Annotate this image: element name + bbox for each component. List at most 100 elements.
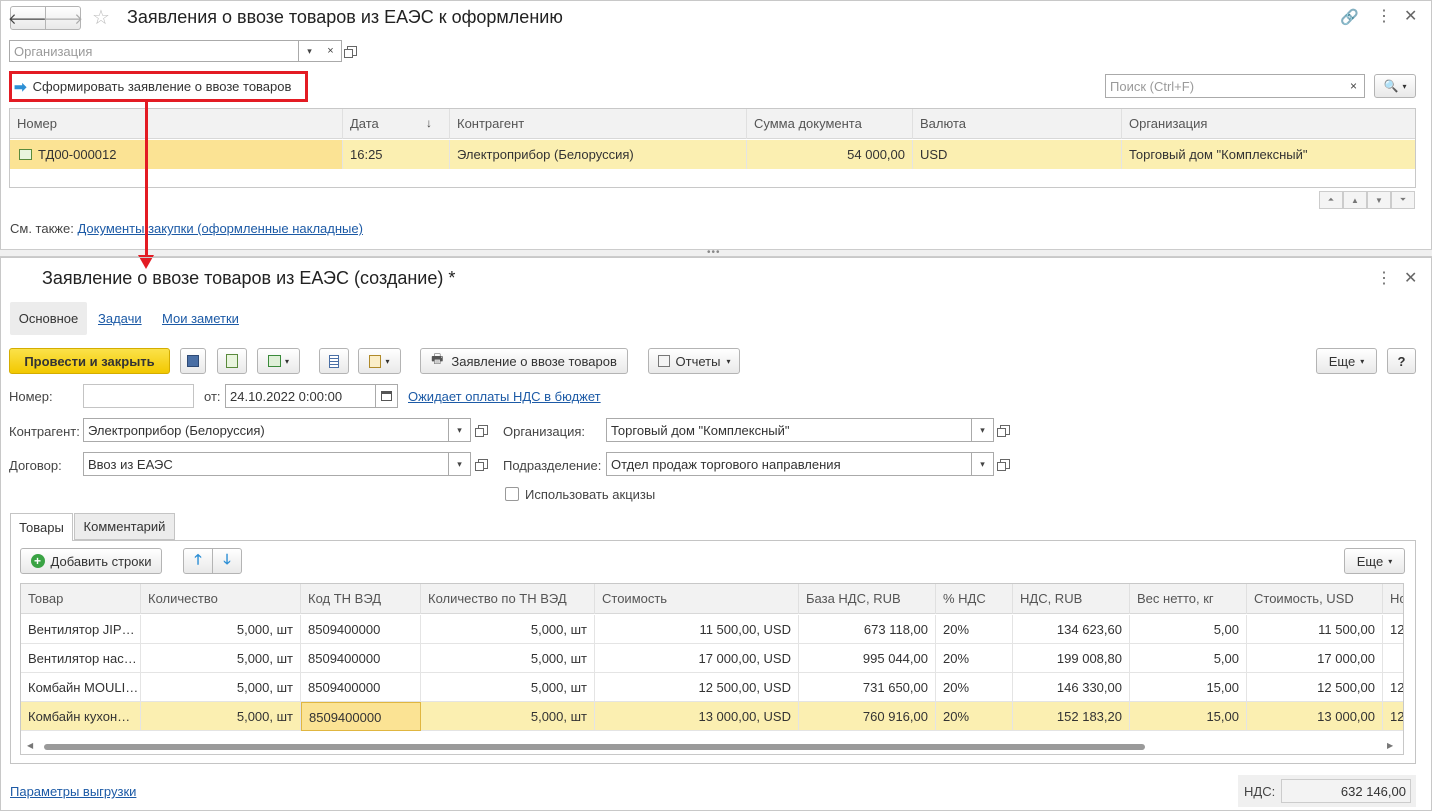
col-vat-amount[interactable]: НДС, RUB	[1013, 584, 1130, 614]
goods-cell-quantity[interactable]: 5,000, шт	[141, 702, 301, 731]
col-goods[interactable]: Товар	[21, 584, 141, 614]
scroll-left-icon[interactable]: ◀	[27, 741, 33, 750]
goods-cell-cost[interactable]: 13 000,00, USD	[595, 702, 799, 731]
goods-cell-tnved-quantity[interactable]: 5,000, шт	[421, 673, 595, 702]
goods-cell-extra[interactable]	[1383, 644, 1403, 673]
attachments-button[interactable]: ▾	[358, 348, 401, 374]
column-header-currency[interactable]: Валюта	[913, 109, 1122, 139]
col-vat-rate[interactable]: % НДС	[936, 584, 1013, 614]
counterparty-input[interactable]: Электроприбор (Белоруссия)	[83, 418, 449, 442]
col-net-weight[interactable]: Вес нетто, кг	[1130, 584, 1247, 614]
back-button[interactable]: 🡐	[8, 6, 48, 30]
doc-close-icon[interactable]: ✕	[1404, 268, 1417, 288]
col-cost-usd[interactable]: Стоимость, USD	[1247, 584, 1383, 614]
number-input[interactable]	[83, 384, 194, 408]
column-header-sum[interactable]: Сумма документа	[747, 109, 913, 139]
table-row[interactable]: ТД00-000012 16:25 Электроприбор (Белорус…	[10, 140, 1415, 169]
goods-cell-extra[interactable]: 12	[1383, 702, 1403, 731]
row-down-button[interactable]: 🡓	[212, 548, 242, 574]
goods-cell-tnved-code[interactable]: 8509400000	[301, 644, 421, 673]
col-vat-base[interactable]: База НДС, RUB	[799, 584, 936, 614]
print-application-button[interactable]: 🖶 Заявление о ввозе товаров	[420, 348, 628, 374]
structure-button[interactable]	[319, 348, 349, 374]
goods-cell-tnved-code[interactable]: 8509400000	[301, 702, 421, 731]
post-button[interactable]	[217, 348, 247, 374]
goods-cell-vat-base[interactable]: 731 650,00	[799, 673, 936, 702]
department-open-button[interactable]	[995, 454, 1015, 474]
goods-cell-cost-usd[interactable]: 13 000,00	[1247, 702, 1383, 731]
goods-cell-tnved-code[interactable]: 8509400000	[301, 615, 421, 644]
goods-cell-net-weight[interactable]: 5,00	[1130, 615, 1247, 644]
goods-cell-goods[interactable]: Комбайн MOULI…	[21, 673, 141, 702]
organization-clear-button[interactable]: ×	[320, 40, 342, 62]
create-application-button[interactable]: ➡ Сформировать заявление о ввозе товаров	[14, 76, 291, 97]
goods-cell-vat-amount[interactable]: 199 008,80	[1013, 644, 1130, 673]
tab-main[interactable]: Основное	[10, 302, 87, 335]
goods-cell-net-weight[interactable]: 15,00	[1130, 673, 1247, 702]
excise-checkbox[interactable]	[505, 487, 519, 501]
goods-cell-vat-amount[interactable]: 146 330,00	[1013, 673, 1130, 702]
move-last-button[interactable]: ⏷	[1391, 191, 1415, 209]
row-up-button[interactable]: 🡑	[183, 548, 213, 574]
move-first-button[interactable]: ⏶	[1319, 191, 1343, 209]
goods-cell-tnved-code[interactable]: 8509400000	[301, 673, 421, 702]
column-header-counterparty[interactable]: Контрагент	[450, 109, 747, 139]
goods-table-row[interactable]: Вентилятор нас… 5,000, шт 8509400000 5,000,…	[21, 644, 1403, 673]
close-icon[interactable]: ✕	[1404, 6, 1417, 26]
export-params-link[interactable]: Параметры выгрузки	[10, 784, 136, 799]
goods-table-row[interactable]: Комбайн кухон… 5,000, шт 8509400000 5,000, …	[21, 702, 1403, 731]
organization-filter-input[interactable]: Организация	[9, 40, 299, 62]
help-button[interactable]: ?	[1387, 348, 1416, 374]
organization-field-open-button[interactable]	[995, 420, 1015, 440]
contract-open-button[interactable]	[473, 454, 493, 474]
counterparty-dropdown-button[interactable]: ▾	[449, 418, 471, 442]
save-button[interactable]	[180, 348, 206, 374]
move-up-button[interactable]: ▲	[1343, 191, 1367, 209]
organization-input[interactable]: Торговый дом "Комплексный"	[606, 418, 972, 442]
date-input[interactable]: 24.10.2022 0:00:00	[225, 384, 376, 408]
post-and-close-button[interactable]: Провести и закрыть	[9, 348, 170, 374]
search-clear-button[interactable]: ×	[1343, 74, 1365, 98]
goods-table-row[interactable]: Комбайн MOULI… 5,000, шт 8509400000 5,000, …	[21, 673, 1403, 702]
goods-cell-cost-usd[interactable]: 17 000,00	[1247, 644, 1383, 673]
contract-dropdown-button[interactable]: ▾	[449, 452, 471, 476]
more-vertical-icon[interactable]: ⋮	[1376, 6, 1392, 26]
inner-tab-comment[interactable]: Комментарий	[74, 513, 175, 540]
goods-cell-vat-amount[interactable]: 134 623,60	[1013, 615, 1130, 644]
organization-dropdown-button[interactable]: ▾	[299, 40, 321, 62]
goods-cell-tnved-quantity[interactable]: 5,000, шт	[421, 644, 595, 673]
inner-tab-goods[interactable]: Товары	[10, 513, 73, 541]
department-input[interactable]: Отдел продаж торгового направления	[606, 452, 972, 476]
see-also-link[interactable]: Документы закупки (оформленные накладные…	[77, 221, 363, 236]
counterparty-open-button[interactable]	[473, 420, 493, 440]
goods-cell-cost[interactable]: 17 000,00, USD	[595, 644, 799, 673]
goods-cell-extra[interactable]: 12	[1383, 615, 1403, 644]
goods-cell-vat-base[interactable]: 760 916,00	[799, 702, 936, 731]
goods-cell-vat-rate[interactable]: 20%	[936, 673, 1013, 702]
vat-status-link[interactable]: Ожидает оплаты НДС в бюджет	[408, 389, 601, 404]
organization-open-button[interactable]	[342, 41, 362, 61]
goods-cell-cost[interactable]: 12 500,00, USD	[595, 673, 799, 702]
tab-tasks[interactable]: Задачи	[98, 311, 142, 326]
scroll-right-icon[interactable]: ▶	[1387, 741, 1393, 750]
forward-button[interactable]: 🡒	[43, 6, 83, 30]
column-header-number[interactable]: Номер	[10, 109, 343, 139]
goods-more-button[interactable]: Еще ▾	[1344, 548, 1405, 574]
favorite-star-icon[interactable]: ☆	[92, 5, 110, 30]
col-tnved-quantity[interactable]: Количество по ТН ВЭД	[421, 584, 595, 614]
goods-cell-vat-rate[interactable]: 20%	[936, 702, 1013, 731]
create-based-on-button[interactable]: ▾	[257, 348, 300, 374]
search-button[interactable]: 🔍 ▾	[1374, 74, 1416, 98]
col-tnved-code[interactable]: Код ТН ВЭД	[301, 584, 421, 614]
search-input[interactable]: Поиск (Ctrl+F)	[1105, 74, 1344, 98]
col-quantity[interactable]: Количество	[141, 584, 301, 614]
goods-table-row[interactable]: Вентилятор JIP… 5,000, шт 8509400000 5,000,…	[21, 615, 1403, 644]
add-rows-button[interactable]: + Добавить строки	[20, 548, 162, 574]
goods-cell-vat-rate[interactable]: 20%	[936, 615, 1013, 644]
goods-cell-cost-usd[interactable]: 12 500,00	[1247, 673, 1383, 702]
goods-cell-vat-base[interactable]: 673 118,00	[799, 615, 936, 644]
reports-button[interactable]: Отчеты ▾	[648, 348, 740, 374]
goods-cell-cost[interactable]: 11 500,00, USD	[595, 615, 799, 644]
goods-cell-goods[interactable]: Комбайн кухон…	[21, 702, 141, 731]
col-cost[interactable]: Стоимость	[595, 584, 799, 614]
